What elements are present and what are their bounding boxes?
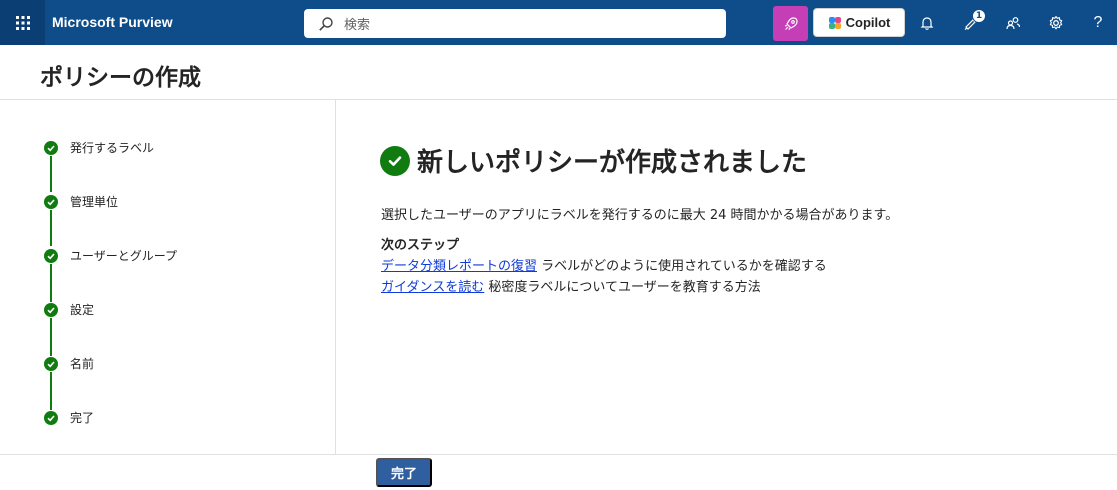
step-finish[interactable]: 完了 bbox=[44, 410, 94, 426]
rocket-icon bbox=[784, 16, 798, 30]
top-bar: Microsoft Purview 検索 Copilot 1 ? bbox=[0, 0, 1117, 45]
checkmark-icon bbox=[44, 411, 58, 425]
checkmark-icon bbox=[44, 357, 58, 371]
step-label: ユーザーとグループ bbox=[70, 249, 178, 263]
step-publish-labels[interactable]: 発行するラベル bbox=[44, 140, 154, 156]
gear-icon bbox=[1049, 15, 1063, 29]
next-steps-title: 次のステップ bbox=[381, 238, 460, 253]
search-input[interactable]: 検索 bbox=[304, 9, 726, 38]
rocket-button[interactable] bbox=[773, 6, 808, 41]
checkmark-icon bbox=[44, 249, 58, 263]
copilot-button[interactable]: Copilot bbox=[813, 8, 905, 37]
checkmark-icon bbox=[44, 303, 58, 317]
people-icon bbox=[1006, 16, 1021, 29]
data-classification-report-link[interactable]: データ分類レポートの復習 bbox=[381, 259, 537, 274]
next-step-item: ガイダンスを読む 秘密度ラベルについてユーザーを教育する方法 bbox=[381, 276, 761, 295]
step-connector bbox=[50, 318, 52, 356]
search-icon bbox=[318, 15, 336, 33]
footer-divider bbox=[0, 454, 1117, 455]
success-title: 新しいポリシーが作成されました bbox=[417, 148, 808, 178]
help-button[interactable]: ? bbox=[1076, 0, 1117, 45]
copilot-label: Copilot bbox=[845, 15, 891, 30]
step-connector bbox=[50, 372, 52, 410]
checkmark-icon bbox=[44, 195, 58, 209]
search-placeholder: 検索 bbox=[344, 18, 371, 33]
next-step-text: 秘密度ラベルについてユーザーを教育する方法 bbox=[484, 280, 761, 295]
next-step-item: データ分類レポートの復習 ラベルがどのように使用されているかを確認する bbox=[381, 255, 827, 274]
app-launcher-button[interactable] bbox=[0, 0, 45, 45]
done-button[interactable]: 完了 bbox=[376, 458, 432, 487]
step-label: 完了 bbox=[70, 411, 95, 425]
step-connector bbox=[50, 264, 52, 302]
step-label: 発行するラベル bbox=[70, 141, 155, 155]
read-guidance-link[interactable]: ガイダンスを読む bbox=[381, 280, 484, 295]
whats-new-button[interactable]: 1 bbox=[948, 0, 992, 45]
waffle-icon bbox=[15, 15, 30, 30]
notification-badge: 1 bbox=[972, 9, 986, 23]
step-settings[interactable]: 設定 bbox=[44, 302, 94, 318]
success-checkmark-icon bbox=[380, 145, 410, 176]
help-icon: ? bbox=[1093, 13, 1103, 31]
success-header: 新しいポリシーが作成されました bbox=[380, 142, 807, 179]
bell-icon bbox=[920, 16, 934, 30]
notifications-button[interactable] bbox=[905, 0, 949, 45]
checkmark-icon bbox=[44, 141, 58, 155]
next-step-text: ラベルがどのように使用されているかを確認する bbox=[537, 259, 827, 274]
step-connector bbox=[50, 156, 52, 192]
page-title: ポリシーの作成 bbox=[40, 65, 201, 91]
step-label: 設定 bbox=[70, 303, 95, 317]
step-connector bbox=[50, 210, 52, 246]
step-name[interactable]: 名前 bbox=[44, 356, 94, 372]
settings-button[interactable] bbox=[1034, 0, 1078, 45]
copilot-icon bbox=[828, 16, 841, 29]
step-label: 名前 bbox=[70, 357, 95, 371]
wizard-stepper: 発行するラベル 管理単位 ユーザーとグループ 設定 名前 完了 bbox=[0, 100, 336, 454]
step-users-groups[interactable]: ユーザーとグループ bbox=[44, 248, 177, 264]
app-name[interactable]: Microsoft Purview bbox=[52, 0, 173, 45]
step-admin-units[interactable]: 管理単位 bbox=[44, 194, 118, 210]
description-text: 選択したユーザーのアプリにラベルを発行するのに最大 24 時間かかる場合がありま… bbox=[381, 208, 899, 223]
step-label: 管理単位 bbox=[70, 195, 119, 209]
people-button[interactable] bbox=[991, 0, 1035, 45]
